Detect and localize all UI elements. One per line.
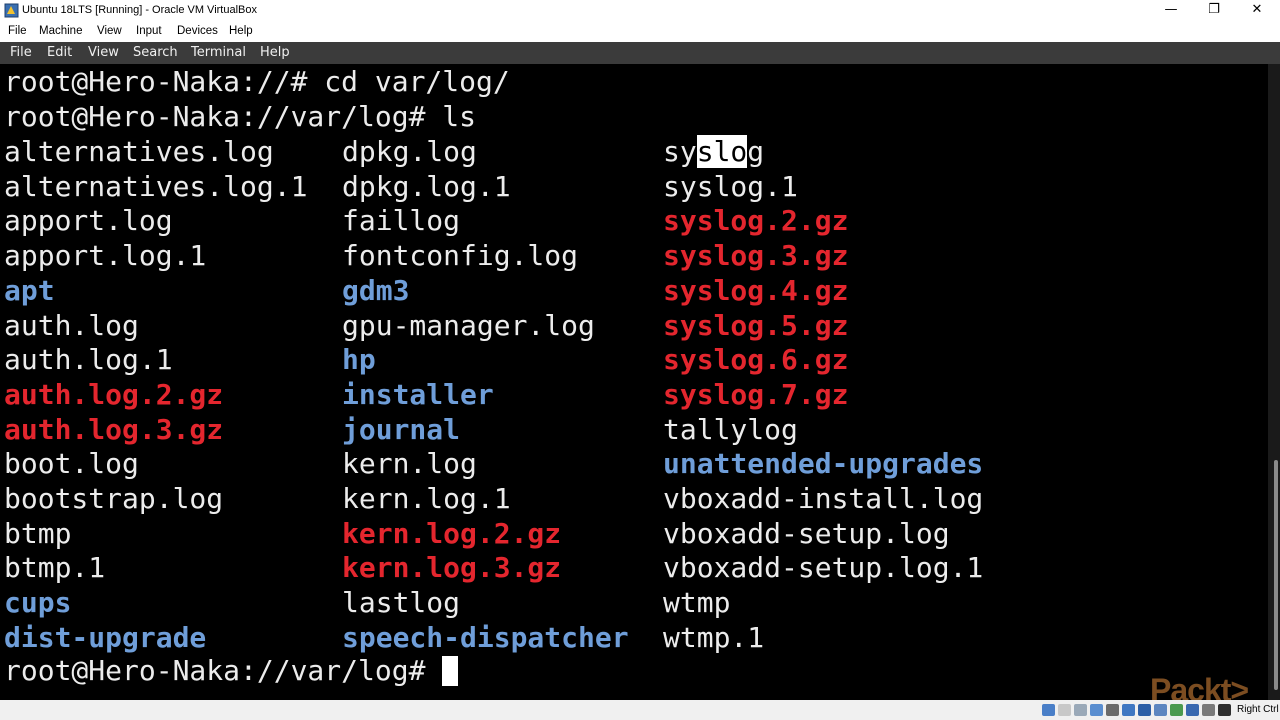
file-entry: dpkg.log.1 [342, 170, 511, 203]
terminal-scrollbar[interactable] [1268, 64, 1280, 700]
file-entry: vboxadd-setup.log.1 [663, 551, 984, 584]
terminal-output[interactable]: root@Hero-Naka://# cd var/log/ root@Hero… [0, 64, 1268, 700]
directory-entry: journal [342, 413, 461, 446]
directory-entry: gdm3 [342, 274, 410, 307]
file-entry: faillog [342, 204, 461, 237]
audio-icon[interactable] [1074, 704, 1087, 716]
file-entry: auth.log [4, 309, 139, 342]
file-entry: auth.log.1 [4, 343, 173, 376]
file-entry: fontconfig.log [342, 239, 579, 272]
window-title: Ubuntu 18LTS [Running] - Oracle VM Virtu… [22, 4, 257, 16]
file-entry: dpkg.log [342, 135, 477, 168]
minimize-button[interactable]: — [1148, 0, 1194, 22]
file-entry: kern.log.1 [342, 482, 511, 515]
file-entry: btmp [4, 517, 72, 550]
cpu-activity-icon[interactable] [1170, 704, 1183, 716]
terminal-menubar: File Edit View Search Terminal Help [0, 42, 1280, 64]
network-icon[interactable] [1090, 704, 1103, 716]
file-entry: boot.log [4, 447, 139, 480]
text-selection: slo [696, 135, 748, 168]
file-entry: syslog [663, 135, 765, 168]
archive-file-entry: syslog.7.gz [663, 378, 849, 411]
archive-file-entry: auth.log.3.gz [4, 413, 224, 446]
terminal-menu-view[interactable]: View [88, 45, 119, 60]
archive-file-entry: kern.log.2.gz [342, 517, 562, 550]
terminal-menu-help[interactable]: Help [260, 45, 290, 60]
file-entry: bootstrap.log [4, 482, 224, 515]
command-line-ls: root@Hero-Naka://var/log# ls [4, 100, 477, 133]
file-entry: kern.log [342, 447, 477, 480]
file-entry: vboxadd-install.log [663, 482, 984, 515]
scrollbar-thumb[interactable] [1274, 460, 1278, 690]
archive-file-entry: syslog.6.gz [663, 343, 849, 376]
host-key-label: Right Ctrl [1237, 704, 1279, 715]
host-key-icon [1218, 704, 1231, 716]
vbox-menubar: File Machine View Input Devices Help [0, 22, 1280, 42]
command-line-cd: root@Hero-Naka://# cd var/log/ [4, 65, 510, 98]
directory-entry: cups [4, 586, 72, 619]
file-entry: alternatives.log [4, 135, 274, 168]
file-entry: btmp.1 [4, 551, 106, 584]
vbox-menu-help[interactable]: Help [229, 25, 253, 37]
virtualbox-app-icon [4, 3, 19, 18]
directory-entry: apt [4, 274, 55, 307]
shared-folders-icon[interactable] [1122, 704, 1135, 716]
restore-button[interactable]: ❐ [1191, 0, 1237, 22]
hard-disk-icon[interactable] [1042, 704, 1055, 716]
display-icon[interactable] [1138, 704, 1151, 716]
text-cursor [442, 656, 459, 686]
directory-entry: speech-dispatcher [342, 621, 629, 654]
file-entry: tallylog [663, 413, 798, 446]
file-entry: lastlog [342, 586, 461, 619]
archive-file-entry: auth.log.2.gz [4, 378, 224, 411]
terminal-menu-edit[interactable]: Edit [47, 45, 72, 60]
vm-screen[interactable]: File Edit View Search Terminal Help root… [0, 42, 1280, 700]
file-entry: wtmp [663, 586, 731, 619]
keyboard-icon[interactable] [1202, 704, 1215, 716]
vbox-menu-machine[interactable]: Machine [39, 25, 82, 37]
close-button[interactable]: ✕ [1234, 0, 1280, 22]
directory-entry: hp [342, 343, 376, 376]
vbox-menu-file[interactable]: File [8, 25, 27, 37]
file-entry: gpu-manager.log [342, 309, 595, 342]
terminal-menu-file[interactable]: File [10, 45, 32, 60]
vbox-titlebar: Ubuntu 18LTS [Running] - Oracle VM Virtu… [0, 0, 1280, 22]
directory-entry: dist-upgrade [4, 621, 207, 654]
vbox-statusbar: Right Ctrl [0, 700, 1280, 720]
terminal-menu-search[interactable]: Search [133, 45, 178, 60]
terminal-menu-terminal[interactable]: Terminal [191, 45, 246, 60]
file-entry: syslog.1 [663, 170, 798, 203]
directory-entry: unattended-upgrades [663, 447, 984, 480]
file-entry: apport.log.1 [4, 239, 207, 272]
mouse-integration-icon[interactable] [1186, 704, 1199, 716]
current-prompt[interactable]: root@Hero-Naka://var/log# [4, 654, 459, 688]
usb-icon[interactable] [1106, 704, 1119, 716]
file-entry: alternatives.log.1 [4, 170, 308, 203]
video-capture-icon[interactable] [1154, 704, 1167, 716]
vbox-menu-view[interactable]: View [97, 25, 122, 37]
vbox-menu-input[interactable]: Input [136, 25, 162, 37]
archive-file-entry: syslog.2.gz [663, 204, 849, 237]
archive-file-entry: kern.log.3.gz [342, 551, 562, 584]
file-entry: apport.log [4, 204, 173, 237]
vbox-menu-devices[interactable]: Devices [177, 25, 218, 37]
optical-drive-icon[interactable] [1058, 704, 1071, 716]
archive-file-entry: syslog.4.gz [663, 274, 849, 307]
prompt-text: root@Hero-Naka://var/log# [4, 654, 443, 687]
directory-entry: installer [342, 378, 494, 411]
archive-file-entry: syslog.5.gz [663, 309, 849, 342]
file-entry: vboxadd-setup.log [663, 517, 950, 550]
file-entry: wtmp.1 [663, 621, 765, 654]
archive-file-entry: syslog.3.gz [663, 239, 849, 272]
